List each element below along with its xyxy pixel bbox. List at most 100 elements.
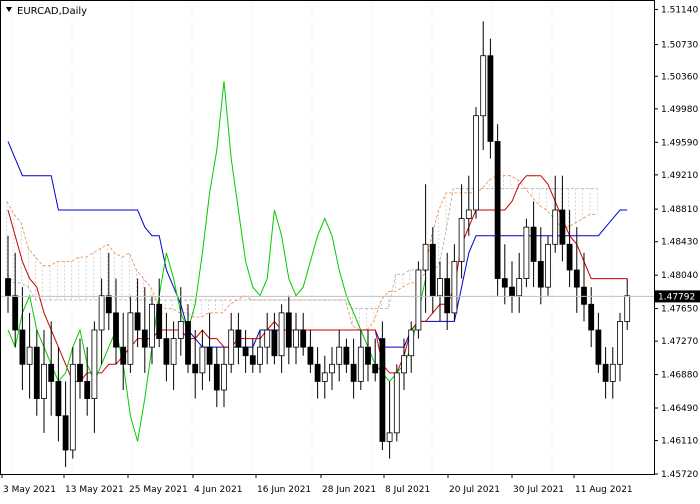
bull-candle-body <box>523 226 530 279</box>
y-tick-label: 1.51140 <box>661 5 698 15</box>
bull-candle-body <box>228 329 235 365</box>
bear-candle-body <box>501 278 508 288</box>
candle <box>228 312 235 373</box>
candle <box>415 261 422 339</box>
candle <box>300 312 307 356</box>
x-tick-label: 3 May 2021 <box>3 485 56 495</box>
candle <box>530 201 537 288</box>
candle <box>293 312 299 365</box>
bear-candle-body <box>602 363 609 382</box>
bear-candle-body <box>566 243 573 271</box>
bull-candle-body <box>177 321 184 339</box>
y-tick-label: 1.50730 <box>661 41 698 51</box>
candle <box>379 321 386 450</box>
candle <box>444 252 451 330</box>
candle <box>473 107 479 219</box>
bear-candle-body <box>185 321 191 365</box>
bull-candle-body <box>127 312 134 365</box>
candle <box>516 252 523 313</box>
bull-candle-body <box>199 346 206 374</box>
bull-candle-body <box>41 363 47 399</box>
x-tick-label: 8 Jul 2021 <box>385 485 430 495</box>
candle <box>264 312 271 365</box>
price-chart[interactable]: 1.51140 1.50730 1.50360 1.49980 1.49590 1.492… <box>0 0 700 500</box>
price-tag-label: 1.47792 <box>658 292 695 302</box>
candle <box>552 175 559 253</box>
x-tick-label: 20 Jul 2021 <box>449 485 500 495</box>
candle <box>573 227 580 313</box>
candle <box>221 347 227 408</box>
bear-candle-body <box>242 346 249 357</box>
candle <box>113 278 119 365</box>
candle <box>62 381 69 468</box>
bull-candle-body <box>465 209 472 219</box>
candle <box>609 347 616 399</box>
candles <box>5 21 631 468</box>
candle <box>350 338 357 399</box>
y-tick-label: 1.45720 <box>661 470 698 480</box>
bear-candle-body <box>588 303 595 331</box>
bear-candle-body <box>163 338 170 365</box>
bear-candle-body <box>300 329 307 348</box>
symbol-header: EURCAD,Daily <box>6 6 87 17</box>
bear-candle-body <box>429 243 436 297</box>
candle <box>98 278 105 365</box>
candle <box>566 210 573 288</box>
candle <box>617 312 623 382</box>
candle <box>480 21 487 150</box>
candle <box>487 38 494 159</box>
y-tick-label: 1.48430 <box>661 238 698 248</box>
candle <box>422 184 429 313</box>
bear-candle-body <box>113 312 119 348</box>
bull-candle-body <box>149 303 155 348</box>
candle <box>523 218 530 288</box>
candle <box>69 347 76 459</box>
bear-candle-body <box>206 346 213 365</box>
bull-candle-body <box>69 363 76 451</box>
candle <box>329 347 335 390</box>
bear-candle-body <box>5 278 11 297</box>
candle <box>206 312 213 382</box>
chart-grid <box>11 0 613 474</box>
candle <box>451 244 458 322</box>
bull-candle-body <box>408 329 415 357</box>
ichimoku-cloud <box>6 175 598 331</box>
candle <box>55 347 62 442</box>
bear-candle-body <box>487 55 494 142</box>
time-axis[interactable]: 3 May 2021 13 May 2021 25 May 2021 4 Jun 20… <box>1 474 633 495</box>
bull-candle-body <box>609 363 616 382</box>
bear-candle-body <box>19 329 26 365</box>
candle <box>149 295 155 365</box>
candle <box>235 312 242 365</box>
bull-candle-body <box>545 243 551 288</box>
bull-candle-body <box>278 312 285 357</box>
candle <box>501 244 508 305</box>
bull-candle-body <box>91 329 98 399</box>
y-tick-label: 1.50360 <box>661 72 698 82</box>
candle <box>127 295 134 373</box>
candle <box>386 381 393 459</box>
bear-candle-body <box>444 278 451 314</box>
candle <box>581 252 587 322</box>
bull-candle-body <box>264 329 271 348</box>
chart-window[interactable]: 1.51140 1.50730 1.50360 1.49980 1.49590 1.492… <box>0 0 700 500</box>
bull-candle-body <box>422 243 429 271</box>
candle <box>285 295 292 365</box>
senkou-span-a <box>6 175 598 331</box>
bull-candle-body <box>473 115 479 211</box>
y-tick-label: 1.46880 <box>661 371 698 381</box>
candle <box>559 175 566 262</box>
y-tick-label: 1.47650 <box>661 305 698 315</box>
bull-candle-body <box>451 261 458 314</box>
candle <box>465 175 472 236</box>
candle <box>458 184 465 279</box>
candle <box>602 347 609 399</box>
y-tick-label: 1.46110 <box>661 437 698 447</box>
price-axis[interactable]: 1.51140 1.50730 1.50360 1.49980 1.49590 1.492… <box>654 5 698 480</box>
bear-candle-body <box>12 295 19 331</box>
bull-candle-body <box>458 218 465 262</box>
candle <box>105 252 112 330</box>
symbol-title: EURCAD,Daily <box>17 6 87 17</box>
bull-candle-body <box>552 209 559 245</box>
bear-candle-body <box>559 209 566 245</box>
